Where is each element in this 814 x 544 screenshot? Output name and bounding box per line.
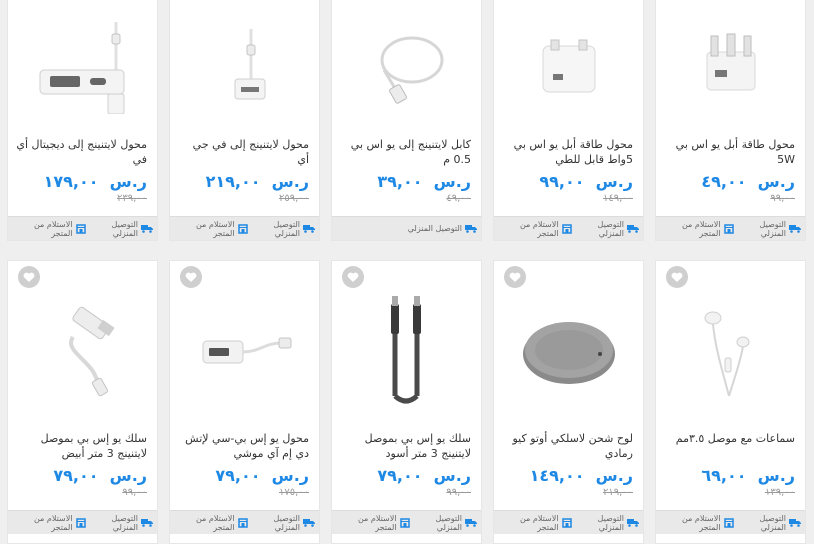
product-price: ر.س ٧٩,٠٠	[377, 466, 471, 485]
product-card[interactable]: محول طاقة أبل يو اس بي 5W ر.س ٤٩,٠٠ ٩٩,٠…	[655, 0, 806, 241]
delivery-options: التوصيل المنزلي الاستلام من المتجر	[494, 510, 643, 534]
product-card[interactable]: محول يو إس بي-سي لإتش دي إم آي موشي ر.س …	[169, 260, 320, 544]
store-icon	[75, 517, 86, 528]
delivery-options: التوصيل المنزلي الاستلام من المتجر	[8, 510, 157, 534]
store-pickup-option: الاستلام من المتجر	[336, 514, 410, 532]
product-title[interactable]: سلك يو إس بي بموصل لايتنينج 3 متر أبيض	[16, 431, 147, 461]
truck-icon	[789, 519, 801, 527]
delivery-options: التوصيل المنزلي الاستلام من المتجر	[494, 216, 643, 240]
delivery-options: التوصيل المنزلي الاستلام من المتجر	[170, 216, 319, 240]
store-icon	[75, 223, 86, 234]
truck-icon	[303, 519, 315, 527]
product-card[interactable]: سلك يو إس بي بموصل لايتنينج 3 متر أبيض ر…	[7, 260, 158, 544]
truck-icon	[627, 519, 639, 527]
wall-charger-3pin-icon	[656, 0, 805, 129]
usbc-hdmi-adapter-icon	[170, 281, 319, 421]
store-icon	[237, 517, 248, 528]
store-icon	[399, 517, 410, 528]
home-delivery-option: التوصيل المنزلي	[734, 514, 801, 532]
product-old-price: ٤٩,٠٠	[446, 193, 471, 204]
truck-icon	[465, 225, 477, 233]
store-pickup-option: الاستلام من المتجر	[498, 514, 572, 532]
truck-icon	[465, 519, 477, 527]
product-card[interactable]: كابل لايتنينج إلى يو اس بي 0.5 م ر.س ٣٩,…	[331, 0, 482, 241]
product-title[interactable]: كابل لايتنينج إلى يو اس بي 0.5 م	[340, 137, 471, 167]
store-pickup-option: الاستلام من المتجر	[12, 514, 86, 532]
product-old-price: ٩٩,٠٠	[122, 487, 147, 498]
product-old-price: ٢١٩,٠٠	[602, 487, 633, 498]
product-title[interactable]: سلك يو إس بي بموصل لايتنينج 3 متر أسود	[340, 431, 471, 461]
store-icon	[237, 223, 248, 234]
black-cable-icon	[332, 281, 481, 421]
product-price: ر.س ٣٩,٠٠	[377, 172, 471, 191]
store-pickup-option: الاستلام من المتجر	[174, 514, 248, 532]
home-delivery-option: التوصيل المنزلي	[410, 514, 477, 532]
home-delivery-option: التوصيل المنزلي	[734, 220, 801, 238]
product-card[interactable]: محول لايتنينج إلى في جي أي ر.س ٢١٩,٠٠ ٢٥…	[169, 0, 320, 241]
store-pickup-option: الاستلام من المتجر	[660, 514, 734, 532]
product-old-price: ١٤٩,٠٠	[602, 193, 633, 204]
home-delivery-option: التوصيل المنزلي	[248, 220, 315, 238]
product-card[interactable]: سلك يو إس بي بموصل لايتنينج 3 متر أسود ر…	[331, 260, 482, 544]
product-title[interactable]: سماعات مع موصل ٣.٥مم	[664, 431, 795, 446]
product-old-price: ١٣٩,٠٠	[764, 487, 795, 498]
wireless-pad-icon	[494, 281, 643, 421]
store-pickup-option: الاستلام من المتجر	[12, 220, 86, 238]
truck-icon	[141, 225, 153, 233]
delivery-options: التوصيل المنزلي الاستلام من المتجر	[332, 510, 481, 534]
store-pickup-option: الاستلام من المتجر	[660, 220, 734, 238]
truck-icon	[627, 225, 639, 233]
home-delivery-option: التوصيل المنزلي	[572, 220, 639, 238]
product-old-price: ٩٩,٠٠	[446, 487, 471, 498]
home-delivery-option: التوصيل المنزلي	[408, 224, 477, 233]
product-card[interactable]: محول طاقة أبل يو اس بي 5واط قابل للطي ر.…	[493, 0, 644, 241]
white-cable-icon	[8, 281, 157, 421]
product-card[interactable]: محول لايتنينج إلى ديجيتال أي في ر.س ١٧٩,…	[7, 0, 158, 241]
product-title[interactable]: محول لايتنينج إلى ديجيتال أي في	[16, 137, 147, 167]
product-price: ر.س ٧٩,٠٠	[53, 466, 147, 485]
folding-charger-icon	[494, 0, 643, 129]
product-card[interactable]: سماعات مع موصل ٣.٥مم ر.س ٦٩,٠٠ ١٣٩,٠٠ ال…	[655, 260, 806, 544]
product-card[interactable]: لوح شحن لاسلكي أوتو كيو رمادي ر.س ١٤٩,٠٠…	[493, 260, 644, 544]
product-price: ر.س ٢١٩,٠٠	[205, 172, 309, 191]
truck-icon	[303, 225, 315, 233]
store-pickup-option: الاستلام من المتجر	[498, 220, 572, 238]
product-title[interactable]: محول طاقة أبل يو اس بي 5واط قابل للطي	[502, 137, 633, 167]
vga-adapter-icon	[170, 0, 319, 129]
lightning-cable-icon	[332, 0, 481, 129]
product-old-price: ٢٣٩,٠٠	[116, 193, 147, 204]
product-price: ر.س ١٧٩,٠٠	[43, 172, 147, 191]
store-icon	[561, 223, 572, 234]
product-price: ر.س ٩٩,٠٠	[539, 172, 633, 191]
product-old-price: ١٧٥,٠٠	[278, 487, 309, 498]
delivery-options: التوصيل المنزلي الاستلام من المتجر	[656, 510, 805, 534]
product-old-price: ٩٩,٠٠	[770, 193, 795, 204]
product-price: ر.س ٤٩,٠٠	[701, 172, 795, 191]
product-old-price: ٢٥٩,٠٠	[278, 193, 309, 204]
product-title[interactable]: محول لايتنينج إلى في جي أي	[178, 137, 309, 167]
earphones-icon	[656, 281, 805, 421]
product-title[interactable]: محول طاقة أبل يو اس بي 5W	[664, 137, 795, 167]
truck-icon	[141, 519, 153, 527]
product-title[interactable]: محول يو إس بي-سي لإتش دي إم آي موشي	[178, 431, 309, 461]
home-delivery-option: التوصيل المنزلي	[248, 514, 315, 532]
store-icon	[723, 517, 734, 528]
store-pickup-option: الاستلام من المتجر	[174, 220, 248, 238]
product-price: ر.س ٧٩,٠٠	[215, 466, 309, 485]
store-icon	[723, 223, 734, 234]
truck-icon	[789, 225, 801, 233]
product-price: ر.س ٦٩,٠٠	[701, 466, 795, 485]
delivery-options: التوصيل المنزلي الاستلام من المتجر	[656, 216, 805, 240]
delivery-options: التوصيل المنزلي الاستلام من المتجر	[8, 216, 157, 240]
home-delivery-option: التوصيل المنزلي	[572, 514, 639, 532]
home-delivery-option: التوصيل المنزلي	[86, 514, 153, 532]
delivery-options: التوصيل المنزلي	[332, 216, 481, 240]
store-icon	[561, 517, 572, 528]
product-grid: محول طاقة أبل يو اس بي 5W ر.س ٤٩,٠٠ ٩٩,٠…	[0, 0, 814, 544]
home-delivery-option: التوصيل المنزلي	[86, 220, 153, 238]
product-price: ر.س ١٤٩,٠٠	[529, 466, 633, 485]
product-title[interactable]: لوح شحن لاسلكي أوتو كيو رمادي	[502, 431, 633, 461]
hdmi-adapter-icon	[8, 0, 157, 129]
delivery-options: التوصيل المنزلي الاستلام من المتجر	[170, 510, 319, 534]
